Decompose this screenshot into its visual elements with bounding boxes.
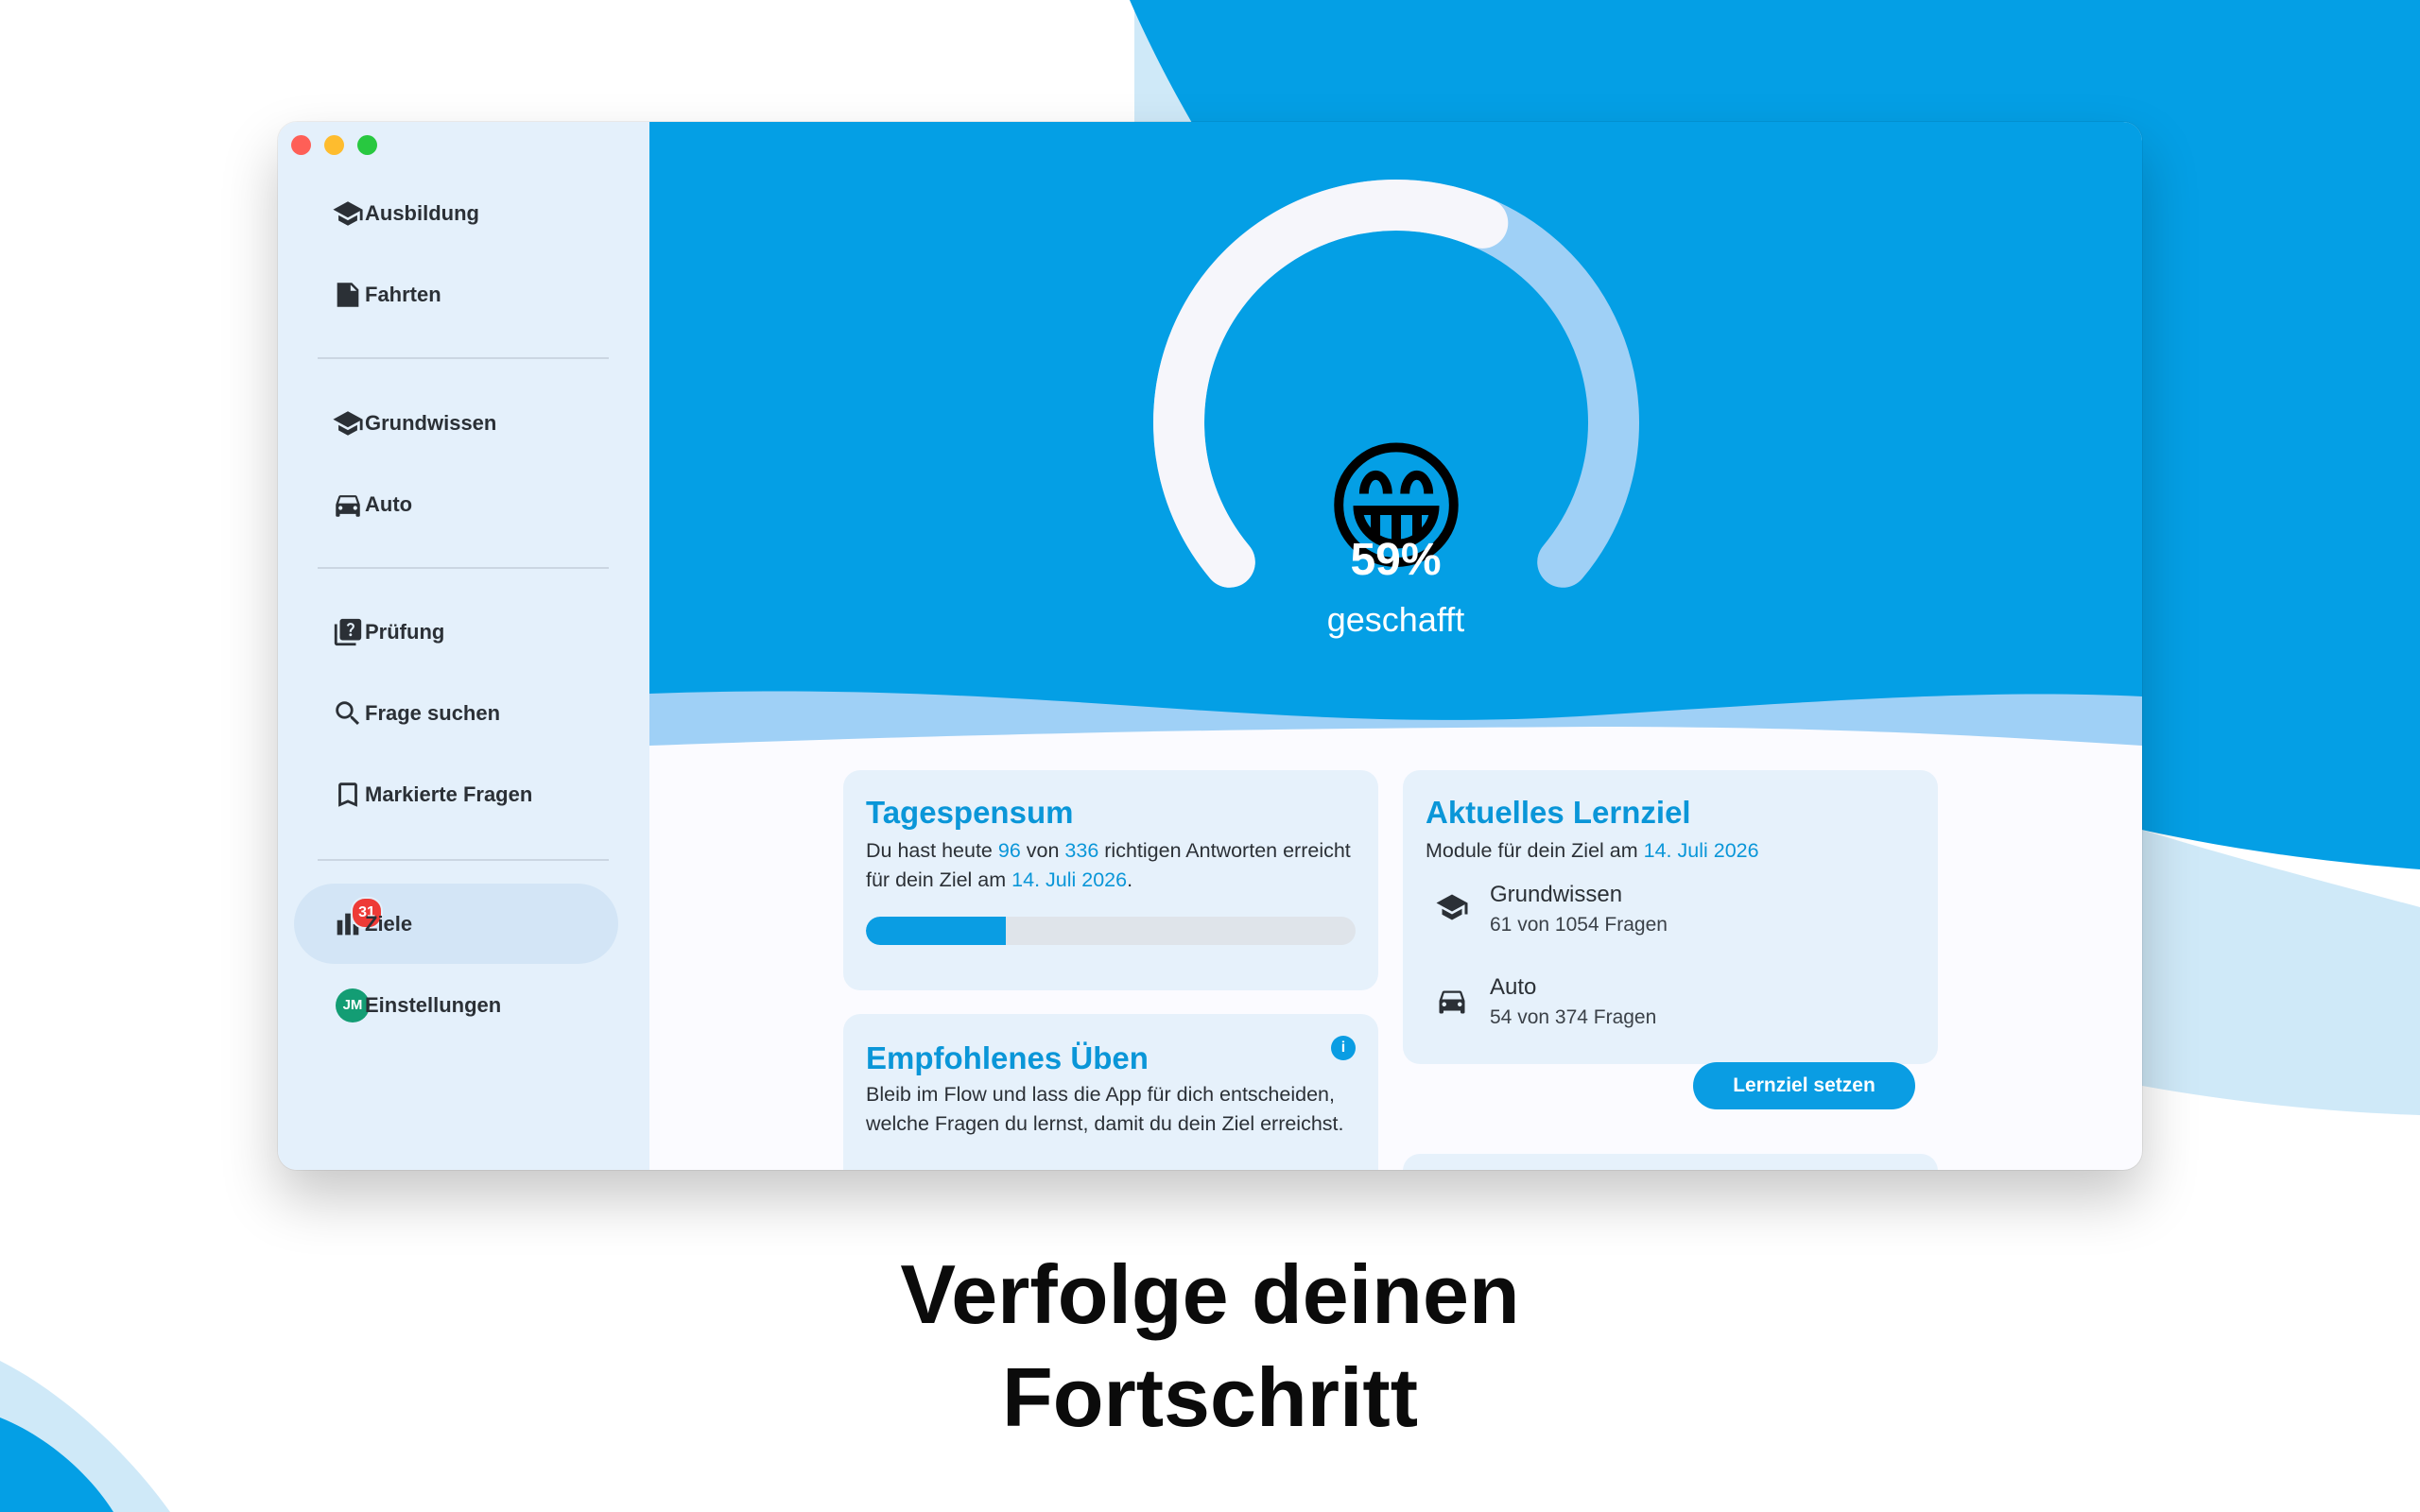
sidebar-item-grundwissen[interactable]: Grundwissen bbox=[294, 383, 618, 463]
sidebar-item-ziele[interactable]: 31 Ziele bbox=[294, 884, 618, 964]
main-content: 😁 59% geschafft Tagespensum Du hast heut… bbox=[649, 122, 2142, 1170]
sidebar-divider bbox=[318, 859, 609, 861]
minimize-window-button[interactable] bbox=[324, 135, 344, 155]
sidebar: Ausbildung Fahrten Grundwissen Auto Prüf… bbox=[278, 122, 649, 1170]
card-title: Tagespensum bbox=[866, 795, 1074, 830]
caption-line-1: Verfolge deinen bbox=[900, 1247, 1520, 1341]
maximize-window-button[interactable] bbox=[357, 135, 377, 155]
sidebar-item-pruefung[interactable]: Prüfung bbox=[294, 592, 618, 672]
search-icon bbox=[332, 697, 364, 730]
car-icon bbox=[1435, 984, 1469, 1018]
app-window: Ausbildung Fahrten Grundwissen Auto Prüf… bbox=[278, 122, 2142, 1170]
goal-date: 14. Juli 2026 bbox=[1011, 868, 1128, 891]
bookmark-icon bbox=[332, 779, 364, 811]
graduation-cap-icon bbox=[332, 407, 364, 439]
card-title: Empfohlenes Üben bbox=[866, 1040, 1149, 1075]
sidebar-item-label: Ziele bbox=[365, 911, 413, 936]
recommended-practice-card[interactable]: Empfohlenes Üben i Bleib im Flow und las… bbox=[843, 1014, 1378, 1170]
daily-goal-card[interactable]: Tagespensum Du hast heute 96 von 336 ric… bbox=[843, 770, 1378, 990]
recommended-text: Bleib im Flow und lass die App für dich … bbox=[866, 1083, 1344, 1135]
sidebar-item-label: Auto bbox=[365, 491, 413, 516]
progress-label: geschafft bbox=[1326, 600, 1465, 639]
learning-goal-subtitle: Module für dein Ziel am 14. Juli 2026 bbox=[1426, 839, 1759, 862]
next-card-partial bbox=[1403, 1154, 1938, 1170]
set-learning-goal-button[interactable]: Lernziel setzen bbox=[1693, 1062, 1915, 1109]
progress-hero: 😁 59% geschafft bbox=[649, 122, 2142, 746]
graduation-cap-icon bbox=[332, 198, 364, 230]
progress-percent: 59% bbox=[1350, 535, 1442, 585]
sidebar-divider bbox=[318, 357, 609, 359]
sidebar-item-ausbildung[interactable]: Ausbildung bbox=[294, 173, 618, 253]
car-icon bbox=[332, 489, 364, 521]
graduation-cap-icon bbox=[1435, 890, 1469, 924]
sidebar-item-einstellungen[interactable]: JM Einstellungen bbox=[294, 965, 618, 1045]
close-window-button[interactable] bbox=[291, 135, 311, 155]
module-progress: 54 von 374 Fragen bbox=[1490, 1006, 1657, 1028]
sidebar-item-frage-suchen[interactable]: Frage suchen bbox=[294, 673, 618, 753]
total-count: 336 bbox=[1064, 839, 1099, 862]
info-icon[interactable]: i bbox=[1331, 1036, 1356, 1060]
question-book-icon bbox=[332, 616, 364, 648]
sidebar-item-auto[interactable]: Auto bbox=[294, 464, 618, 544]
module-progress: 61 von 1054 Fragen bbox=[1490, 914, 1668, 936]
sidebar-divider bbox=[318, 567, 609, 569]
goal-date: 14. Juli 2026 bbox=[1643, 839, 1759, 862]
document-icon bbox=[332, 279, 364, 311]
sidebar-item-markierte-fragen[interactable]: Markierte Fragen bbox=[294, 754, 618, 834]
today-count: 96 bbox=[997, 839, 1021, 862]
module-name: Grundwissen bbox=[1490, 882, 1623, 907]
sidebar-item-label: Fahrten bbox=[365, 282, 441, 306]
card-title: Aktuelles Lernziel bbox=[1426, 795, 1691, 830]
daily-goal-text: Du hast heute 96 von 336 richtigen Antwo… bbox=[866, 839, 1351, 891]
daily-progress-fill bbox=[866, 917, 1007, 945]
window-controls bbox=[291, 135, 377, 155]
sidebar-item-label: Einstellungen bbox=[365, 992, 502, 1017]
sidebar-item-label: Markierte Fragen bbox=[365, 782, 533, 806]
module-name: Auto bbox=[1490, 974, 1537, 1000]
daily-progress-bar bbox=[866, 917, 1356, 945]
sidebar-item-label: Ausbildung bbox=[365, 200, 479, 225]
current-learning-goal-card: Aktuelles Lernziel Module für dein Ziel … bbox=[1403, 770, 1938, 1109]
caption-line-2: Fortschritt bbox=[1002, 1350, 1418, 1444]
sidebar-item-label: Grundwissen bbox=[365, 410, 497, 435]
sidebar-item-fahrten[interactable]: Fahrten bbox=[294, 254, 618, 335]
sidebar-item-label: Frage suchen bbox=[365, 700, 501, 725]
sidebar-item-label: Prüfung bbox=[365, 619, 445, 644]
